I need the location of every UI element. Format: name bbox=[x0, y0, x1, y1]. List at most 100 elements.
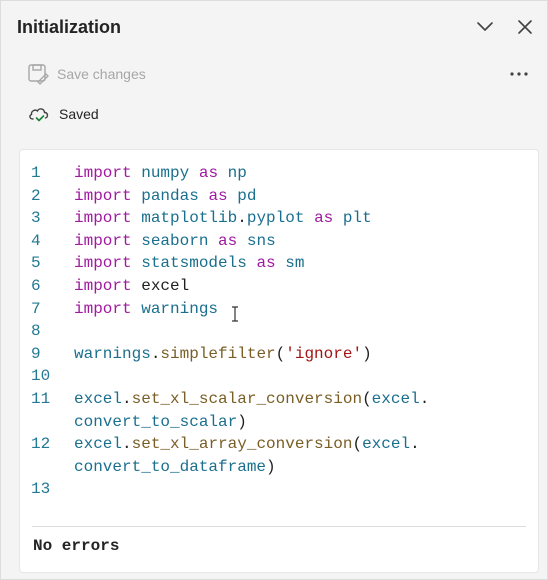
code-token: ( bbox=[275, 344, 286, 363]
code-token: ( bbox=[362, 389, 372, 408]
code-token: as bbox=[198, 164, 219, 182]
code-token: import bbox=[74, 299, 132, 318]
code-token: numpy bbox=[141, 164, 190, 182]
save-changes-button[interactable]: Save changes bbox=[27, 61, 146, 87]
code-text: import pandas as pd bbox=[74, 185, 256, 208]
save-icon bbox=[28, 64, 49, 85]
code-token: np bbox=[227, 164, 247, 182]
code-text: excel.set_xl_scalar_conversion(excel. bbox=[74, 388, 429, 411]
save-changes-label: Save changes bbox=[57, 66, 146, 82]
code-line[interactable]: 1 import numpy as np bbox=[20, 162, 538, 185]
code-token: warnings bbox=[141, 299, 219, 318]
collapse-button[interactable] bbox=[473, 15, 497, 39]
code-token: sns bbox=[246, 231, 276, 250]
code-line[interactable]: 12 excel.set_xl_array_conversion(excel. bbox=[20, 433, 538, 456]
code-line[interactable]: 13​ bbox=[20, 478, 538, 501]
code-token: import bbox=[74, 254, 132, 273]
code-area[interactable]: 1 import numpy as np 2 import pandas as pd 3… bbox=[20, 162, 538, 501]
code-text: import matplotlib.pyplot as plt bbox=[74, 207, 372, 230]
close-button[interactable] bbox=[513, 15, 537, 39]
save-status: Saved bbox=[27, 101, 99, 127]
code-token: pyplot bbox=[246, 209, 305, 228]
divider bbox=[32, 526, 526, 527]
code-text: import excel bbox=[74, 275, 189, 298]
code-token: excel bbox=[371, 389, 420, 408]
code-line[interactable]: 7 import warnings bbox=[20, 298, 538, 321]
more-options-button[interactable] bbox=[505, 61, 533, 87]
code-token: 'ignore' bbox=[285, 344, 363, 363]
code-token: simplefilter bbox=[160, 344, 276, 363]
code-line[interactable]: 8​ bbox=[20, 320, 538, 343]
code-token: pandas bbox=[141, 186, 199, 205]
code-token: import bbox=[74, 276, 132, 295]
code-line[interactable]: 4 import seaborn as sns bbox=[20, 230, 538, 253]
line-number: 2 bbox=[31, 186, 41, 205]
code-line[interactable]: 5 import statsmodels as sm bbox=[20, 252, 538, 275]
code-token: excel bbox=[131, 276, 190, 295]
code-token: warnings bbox=[74, 344, 151, 363]
line-number bbox=[20, 456, 74, 479]
line-number: 9 bbox=[31, 344, 41, 363]
pane-header: Initialization bbox=[1, 1, 547, 57]
code-token: set_xl_scalar_conversion bbox=[131, 389, 363, 408]
code-text: convert_to_dataframe) bbox=[74, 456, 276, 479]
code-token: convert_to_scalar bbox=[74, 412, 238, 431]
close-icon bbox=[518, 20, 532, 34]
code-token: seaborn bbox=[141, 231, 209, 250]
code-token: import bbox=[74, 186, 132, 205]
code-token: set_xl_array_conversion bbox=[131, 435, 353, 454]
line-number: 7 bbox=[31, 299, 41, 318]
code-token: ( bbox=[352, 435, 363, 454]
code-line[interactable]: 2 import pandas as pd bbox=[20, 185, 538, 208]
code-line[interactable]: 9 warnings.simplefilter('ignore') bbox=[20, 343, 538, 366]
pane-title: Initialization bbox=[17, 17, 122, 37]
code-token: . bbox=[122, 389, 132, 408]
code-token: pd bbox=[237, 186, 257, 205]
line-number: 12 bbox=[31, 435, 51, 454]
chevron-down-icon bbox=[477, 22, 493, 31]
code-token: import bbox=[74, 164, 132, 182]
code-token: . bbox=[237, 209, 247, 228]
code-token: sm bbox=[285, 254, 305, 273]
save-status-row: Saved bbox=[1, 99, 547, 129]
code-token: as bbox=[208, 186, 228, 205]
code-token: . bbox=[410, 435, 420, 454]
saved-label: Saved bbox=[59, 106, 99, 122]
code-line[interactable]: 10​ bbox=[20, 365, 538, 388]
code-token: as bbox=[314, 209, 334, 228]
code-token: import bbox=[74, 231, 132, 250]
code-token: ) bbox=[237, 412, 247, 431]
toolbar: Save changes bbox=[1, 59, 547, 89]
code-token: . bbox=[122, 435, 132, 454]
line-number: 6 bbox=[31, 276, 41, 295]
line-number: 1 bbox=[31, 164, 41, 182]
code-line[interactable]: 11 excel.set_xl_scalar_conversion(excel. bbox=[20, 388, 538, 411]
code-line[interactable]: 3 import matplotlib.pyplot as plt bbox=[20, 207, 538, 230]
code-token: excel bbox=[74, 389, 123, 408]
code-text: import numpy as np bbox=[74, 162, 247, 185]
code-line[interactable]: convert_to_scalar) bbox=[20, 411, 538, 434]
line-number bbox=[20, 411, 74, 434]
code-line[interactable]: convert_to_dataframe) bbox=[20, 456, 538, 479]
code-text: import statsmodels as sm bbox=[74, 252, 304, 275]
code-token: . bbox=[150, 344, 161, 363]
code-line[interactable]: 6 import excel bbox=[20, 275, 538, 298]
code-text: warnings.simplefilter('ignore') bbox=[74, 343, 372, 366]
code-token: as bbox=[256, 254, 276, 273]
code-text: import seaborn as sns bbox=[74, 230, 276, 253]
cloud-check-icon bbox=[29, 108, 49, 122]
line-number: 3 bbox=[31, 209, 41, 228]
code-editor[interactable]: 1 import numpy as np 2 import pandas as pd 3… bbox=[19, 149, 539, 573]
code-text: import warnings bbox=[74, 298, 218, 321]
